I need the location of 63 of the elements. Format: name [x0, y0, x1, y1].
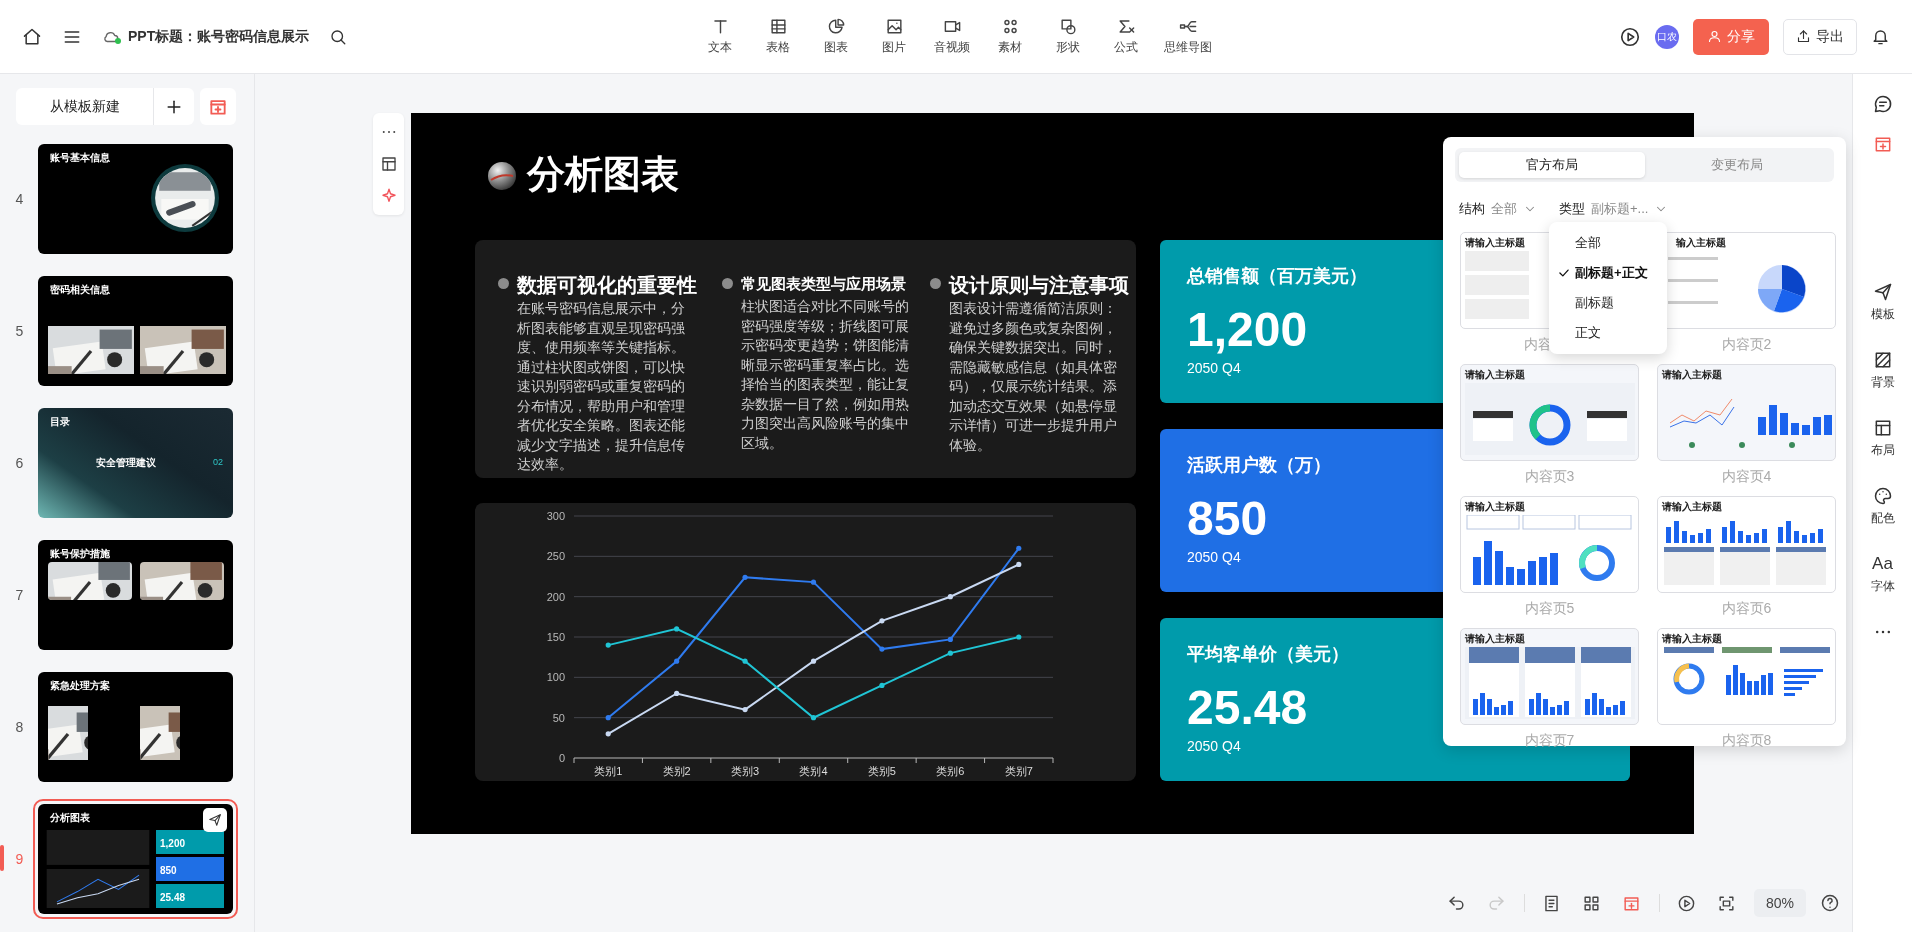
- kpi-value: 25.48: [1187, 680, 1308, 736]
- x-tick-label: 类别7: [1004, 765, 1033, 777]
- layout-name: 内容页5: [1524, 600, 1575, 618]
- layout-heading: 请输入主标题: [1465, 501, 1525, 513]
- thumbnail-title: 紧急处理方案: [50, 679, 110, 693]
- kpi-value: 1,200: [1187, 302, 1308, 358]
- slide-number: 6: [14, 455, 25, 471]
- font-glyph: Aa: [1872, 554, 1893, 574]
- slide-number: 5: [14, 323, 25, 339]
- section-heading: 数据可视化的重要性: [517, 273, 697, 297]
- mini-kpi-card: 850: [156, 857, 224, 881]
- section-body: 在账号密码信息展示中，分析图表能够直观呈现密码强度、使用频率等关键指标。通过柱状图或饼图，可以快速识别弱密码或重复密码的分布情况，帮助用户和管理者优化安全策略。图表还能减少文字描述，提升信息传达效率。: [517, 300, 686, 474]
- slide-number: 7: [14, 587, 25, 603]
- mini-kpi-card: 25.48: [156, 884, 224, 908]
- thumbnail-text: 02: [213, 457, 223, 467]
- kpi-value: 850: [1187, 491, 1268, 547]
- thumbnail-text: 安全管理建议: [96, 456, 156, 470]
- layout-heading: 请输入主标题: [1465, 633, 1525, 645]
- slide-number: 4: [14, 191, 25, 207]
- thumbnail-title: 密码相关信息: [50, 283, 110, 297]
- layout-heading: 请输入主标题: [1662, 369, 1722, 381]
- x-tick-label: 类别5: [867, 765, 896, 777]
- x-tick-label: 类别2: [662, 765, 691, 777]
- layout-name: 内容页8: [1721, 732, 1772, 750]
- y-tick-label: 200: [546, 590, 565, 603]
- mini-kpi-card: 1,200: [156, 830, 224, 854]
- y-tick-label: 100: [546, 671, 565, 684]
- section-heading: 常见图表类型与应用场景: [741, 274, 907, 294]
- layout-name: 内容页4: [1721, 468, 1772, 486]
- slide-title: 分析图表: [527, 152, 679, 197]
- kpi-period: 2050 Q4: [1187, 359, 1241, 378]
- y-tick-label: 300: [546, 510, 565, 522]
- slide-number: 9: [14, 851, 25, 867]
- x-tick-label: 类别3: [731, 765, 760, 777]
- y-tick-label: 150: [546, 631, 565, 643]
- x-tick-label: 类别6: [936, 765, 965, 777]
- kpi-title: 活跃用户数（万）: [1187, 454, 1331, 477]
- thumbnail-title: 账号基本信息: [50, 151, 110, 165]
- x-tick-label: 类别1: [594, 765, 623, 777]
- kpi-title: 总销售额（百万美元）: [1187, 265, 1367, 288]
- y-tick-label: 50: [552, 711, 565, 724]
- layout-heading: 请输入主标题: [1662, 501, 1722, 513]
- layout-heading: 输入主标题: [1675, 237, 1726, 249]
- section-body: 图表设计需遵循简洁原则：避免过多颜色或复杂图例，确保关键数据突出。同时，需隐藏敏感信息（如具体密码），仅展示统计结果。添加动态交互效果（如悬停显示详情）可进一步提升用户体验。: [949, 299, 1118, 455]
- layout-name: 内容页7: [1524, 732, 1575, 750]
- x-tick-label: 类别4: [799, 765, 828, 777]
- thumbnail-title: 目录: [50, 415, 70, 429]
- layout-heading: 请输入主标题: [1465, 237, 1525, 249]
- kpi-period: 2050 Q4: [1187, 737, 1241, 756]
- slide-number: 8: [14, 719, 25, 735]
- section-heading: 设计原则与注意事项: [949, 273, 1129, 297]
- y-tick-label: 250: [546, 550, 565, 563]
- section-body: 柱状图适合对比不同账号的密码强度等级；折线图可展示密码变更趋势；饼图能清晰显示密码重复率占比。选择恰当的图表类型，能让复杂数据一目了然，例如用热力图突出高风险账号的集中区域。: [741, 297, 910, 453]
- layout-name: 内容页2: [1721, 336, 1772, 354]
- thumbnail-title: 账号保护措施: [50, 547, 110, 561]
- y-tick-label: 0: [558, 752, 565, 764]
- layout-heading: 请输入主标题: [1465, 369, 1525, 381]
- kpi-title: 平均客单价（美元）: [1187, 643, 1349, 666]
- layout-heading: 请输入主标题: [1662, 633, 1722, 645]
- layout-name: 内容页6: [1721, 600, 1772, 618]
- kpi-period: 2050 Q4: [1187, 548, 1241, 567]
- layout-name: 内容页3: [1524, 468, 1575, 486]
- thumbnail-title: 分析图表: [50, 811, 90, 825]
